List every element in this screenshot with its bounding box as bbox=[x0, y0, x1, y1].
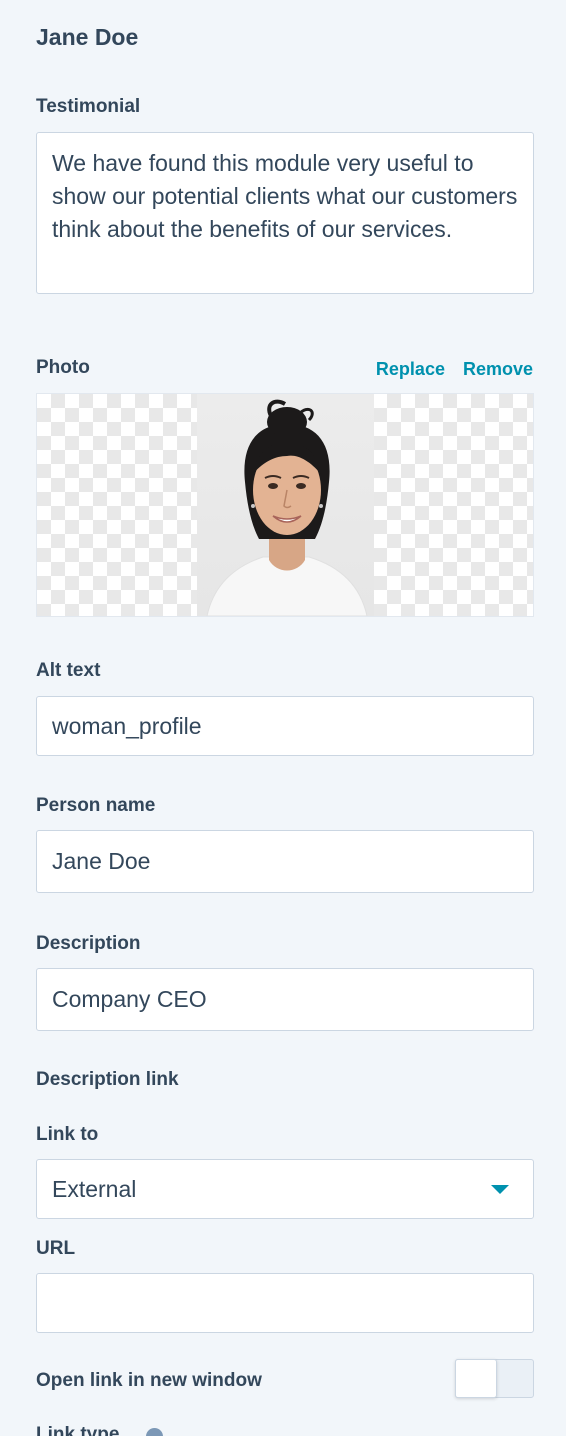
photo-label: Photo bbox=[36, 357, 90, 378]
replace-photo-link[interactable]: Replace bbox=[376, 359, 445, 380]
open-new-window-label: Open link in new window bbox=[36, 1370, 262, 1391]
portrait-image bbox=[197, 394, 374, 616]
person-name-label: Person name bbox=[36, 795, 156, 816]
description-value: Company CEO bbox=[52, 986, 207, 1012]
remove-photo-link[interactable]: Remove bbox=[463, 359, 533, 380]
link-to-label: Link to bbox=[36, 1124, 99, 1145]
description-link-heading: Description link bbox=[36, 1069, 179, 1090]
testimonial-label: Testimonial bbox=[36, 96, 141, 117]
portrait-illustration bbox=[206, 399, 368, 616]
testimonial-text: We have found this module very useful to… bbox=[52, 150, 518, 242]
toggle-knob[interactable] bbox=[455, 1359, 497, 1398]
photo-actions: Replace Remove bbox=[376, 359, 533, 380]
url-label: URL bbox=[36, 1238, 76, 1259]
alt-text-value: woman_profile bbox=[52, 712, 202, 739]
url-input[interactable] bbox=[36, 1273, 534, 1333]
description-input[interactable]: Company CEO bbox=[36, 968, 534, 1031]
link-type-label: Link type bbox=[36, 1424, 120, 1436]
caret-down-icon bbox=[491, 1185, 509, 1194]
alt-text-label: Alt text bbox=[36, 660, 101, 681]
person-name-value: Jane Doe bbox=[52, 848, 151, 874]
alt-text-input[interactable]: woman_profile bbox=[36, 696, 534, 756]
open-new-window-toggle[interactable] bbox=[455, 1359, 534, 1398]
testimonial-textarea[interactable]: We have found this module very useful to… bbox=[36, 132, 534, 294]
info-icon[interactable] bbox=[146, 1428, 163, 1436]
description-label: Description bbox=[36, 933, 141, 954]
person-name-input[interactable]: Jane Doe bbox=[36, 830, 534, 893]
module-title: Jane Doe bbox=[36, 24, 139, 50]
photo-preview[interactable] bbox=[36, 393, 534, 617]
link-to-select[interactable]: External bbox=[36, 1159, 534, 1219]
link-to-value: External bbox=[52, 1175, 137, 1202]
